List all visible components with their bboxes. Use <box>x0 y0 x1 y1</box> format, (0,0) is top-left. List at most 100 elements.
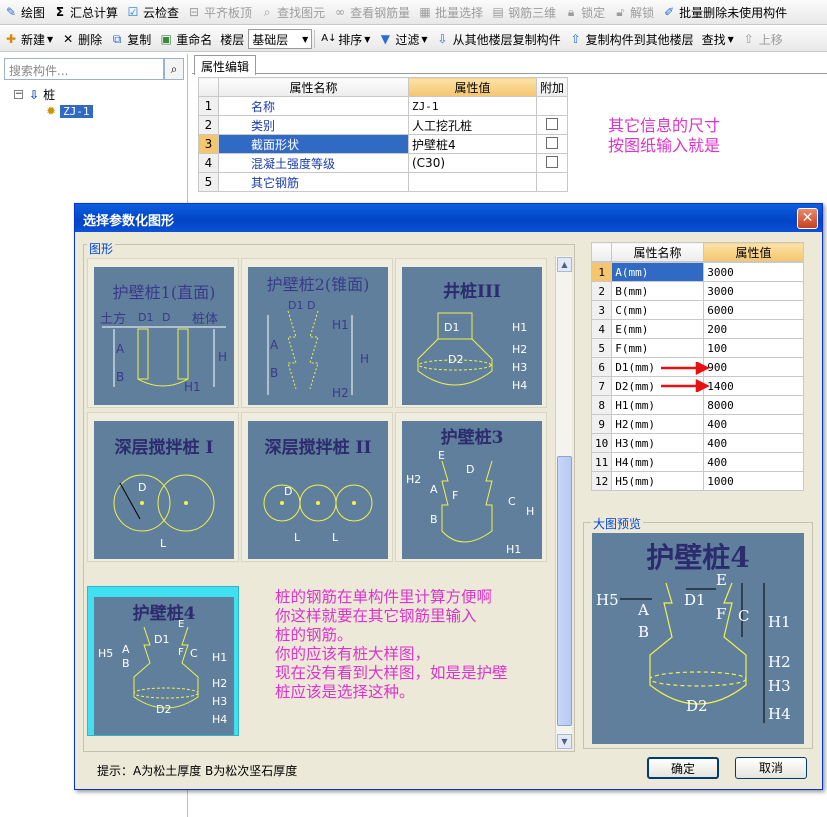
prop-value[interactable]: 人工挖孔桩 <box>408 115 537 135</box>
prop-value[interactable]: (C30) <box>408 153 537 173</box>
find-button[interactable]: 查找 ▼ <box>698 28 738 50</box>
param-value[interactable]: 400 <box>703 433 805 453</box>
param-value[interactable]: 3000 <box>703 281 805 301</box>
param-value[interactable]: 1400 <box>703 376 805 396</box>
dim-label: A <box>637 601 649 619</box>
search-icon[interactable]: ⌕ <box>164 58 184 80</box>
cloud-check-button[interactable]: ☑ 云检查 <box>122 1 183 23</box>
shape-card-pile3[interactable]: 护壁桩3 E D H2 A F C B H H1 <box>395 412 547 562</box>
table-row[interactable]: 10 H3(mm) 400 <box>590 433 805 453</box>
table-row[interactable]: 5 其它钢筋 <box>198 172 569 192</box>
lock-button[interactable]: 🔒︎ 锁定 <box>560 1 609 23</box>
search-input[interactable]: 搜索构件... <box>4 58 164 80</box>
shape-card-pile1[interactable]: 护壁桩1(直面) 土方 D1 D 桩体 A B H H1 <box>87 258 239 408</box>
param-value[interactable]: 8000 <box>703 395 805 415</box>
rebar-3d-button[interactable]: ▤ 钢筋三维 <box>487 1 560 23</box>
tree-node-pile[interactable]: − ⇩ 桩 <box>14 86 55 103</box>
table-row[interactable]: 1 名称 ZJ-1 <box>198 96 569 116</box>
param-value[interactable]: 1000 <box>703 471 805 491</box>
floor-select[interactable]: 基础层 ▼ <box>248 29 313 49</box>
table-row[interactable]: 2 类别 人工挖孔桩 <box>198 115 569 135</box>
preview-group: 护壁桩4 E H5 D1 A F C B H1 H2 H3 H4 D2 <box>583 522 813 749</box>
param-value[interactable]: 400 <box>703 414 805 434</box>
draw-button[interactable]: ✎ 绘图 <box>0 1 49 23</box>
row-number: 8 <box>590 395 613 415</box>
delete-button[interactable]: ✕ 删除 <box>57 28 106 50</box>
prop-name: 混凝土强度等级 <box>218 153 409 173</box>
unlock-button[interactable]: 🔓︎ 解锁 <box>609 1 658 23</box>
scroll-up-icon[interactable]: ▲ <box>557 257 572 272</box>
cancel-button[interactable]: 取消 <box>735 757 807 779</box>
table-row[interactable]: 9 H2(mm) 400 <box>590 414 805 434</box>
tree-node-zj1[interactable]: ✹ ZJ-1 <box>46 104 93 118</box>
table-row[interactable]: 8 H1(mm) 8000 <box>590 395 805 415</box>
table-row[interactable]: 4 E(mm) 200 <box>590 319 805 339</box>
filter-button[interactable]: ▼ 过滤 ▼ <box>374 28 431 50</box>
batch-delete-button[interactable]: ✐ 批量删除未使用构件 <box>658 1 791 23</box>
shape-card-shaft3[interactable]: 井桩III D1 D2 H1 H2 H3 H4 <box>395 258 547 408</box>
param-value[interactable]: 6000 <box>703 300 805 320</box>
prop-value[interactable]: 护壁桩4 <box>408 134 537 154</box>
row-number: 3 <box>590 300 613 320</box>
rename-button[interactable]: ▣ 重命名 <box>155 28 216 50</box>
table-row[interactable]: 3 截面形状 护壁桩4 <box>198 134 569 154</box>
checkbox[interactable] <box>546 117 558 130</box>
shape-card-pile4[interactable]: 护壁桩4 E D1 H5 A F C B H1 H2 H3 H4 D2 <box>87 586 239 736</box>
checkbox[interactable] <box>546 155 558 168</box>
scroll-down-icon[interactable]: ▼ <box>557 734 572 749</box>
shapes-group-label: 图形 <box>87 240 116 257</box>
new-button[interactable]: ✚ 新建 ▼ <box>0 28 57 50</box>
shape-card-pile2[interactable]: 护壁桩2(锥面) D1 D H1 A B H H2 <box>241 258 393 408</box>
shapes-scrollbar[interactable]: ▲ ▼ <box>555 256 572 750</box>
align-top-button[interactable]: ⊟ 平齐板顶 <box>183 1 256 23</box>
param-value[interactable]: 3000 <box>703 262 805 282</box>
svg-text:H1: H1 <box>212 651 227 664</box>
ok-button[interactable]: 确定 <box>647 757 719 779</box>
prop-value[interactable]: ZJ-1 <box>408 96 537 116</box>
copy-from-floor-icon: ⇩ <box>437 32 448 46</box>
param-value[interactable]: 400 <box>703 452 805 472</box>
table-row[interactable]: 12 H5(mm) 1000 <box>590 471 805 491</box>
table-row[interactable]: 11 H4(mm) 400 <box>590 452 805 472</box>
table-row[interactable]: 4 混凝土强度等级 (C30) <box>198 153 569 173</box>
scroll-thumb[interactable] <box>557 456 572 726</box>
collapse-icon[interactable]: − <box>14 90 23 99</box>
unlock-icon: 🔓︎ <box>616 5 625 19</box>
table-row[interactable]: 2 B(mm) 3000 <box>590 281 805 301</box>
pile3-diagram: E D H2 A F C B H H1 <box>406 449 534 556</box>
copy-from-floor-button[interactable]: ⇩ 从其他楼层复制构件 <box>432 28 565 50</box>
table-row[interactable]: 1 A(mm) 3000 <box>590 262 805 282</box>
shape-card-mixing1[interactable]: 深层搅拌桩 I D L <box>87 412 239 562</box>
table-row[interactable]: 5 F(mm) 100 <box>590 338 805 358</box>
row-number: 2 <box>590 281 613 301</box>
table-row[interactable]: 3 C(mm) 6000 <box>590 300 805 320</box>
copy-button[interactable]: ⧉ 复制 <box>106 28 155 50</box>
tab-property-edit[interactable]: 属性编辑 <box>194 55 257 75</box>
checkbox[interactable] <box>546 136 558 149</box>
dim-label: H5 <box>596 591 619 609</box>
shape-card-mixing2[interactable]: 深层搅拌桩 II D L L <box>241 412 393 562</box>
svg-text:H2: H2 <box>406 473 421 486</box>
batch-select-button[interactable]: ▦ 批量选择 <box>414 1 487 23</box>
param-value[interactable]: 100 <box>703 338 805 358</box>
find-element-button[interactable]: ⌕ 查找图元 <box>256 1 329 23</box>
param-value[interactable]: 200 <box>703 319 805 339</box>
sort-button[interactable]: A↓ 排序 ▼ <box>317 28 374 50</box>
copy-to-floor-button[interactable]: ⇧ 复制构件到其他楼层 <box>565 28 698 50</box>
close-icon[interactable]: ✕ <box>797 208 818 229</box>
move-up-button[interactable]: ⇧ 上移 <box>738 28 787 50</box>
prop-value[interactable] <box>408 172 537 192</box>
svg-text:A: A <box>122 643 130 656</box>
view-rebar-button[interactable]: ∞ 查看钢筋量 <box>329 1 414 23</box>
summary-calc-button[interactable]: Σ 汇总计算 <box>49 1 122 23</box>
shape-preview: 护壁桩2(锥面) D1 D H1 A B H H2 <box>248 267 388 405</box>
sigma-icon: Σ <box>55 5 65 19</box>
parametric-shape-dialog: 选择参数化图形 ✕ 图形 护壁桩1(直面) 土方 D1 D 桩体 A B H H… <box>74 203 823 790</box>
prop-extra-header: 附加 <box>535 77 569 97</box>
svg-text:F: F <box>178 647 184 658</box>
param-value[interactable]: 900 <box>703 357 805 377</box>
svg-text:D: D <box>284 485 292 498</box>
shape-preview: 深层搅拌桩 II D L L <box>248 421 388 559</box>
dim-label: F <box>716 605 726 623</box>
svg-text:E: E <box>438 449 445 462</box>
